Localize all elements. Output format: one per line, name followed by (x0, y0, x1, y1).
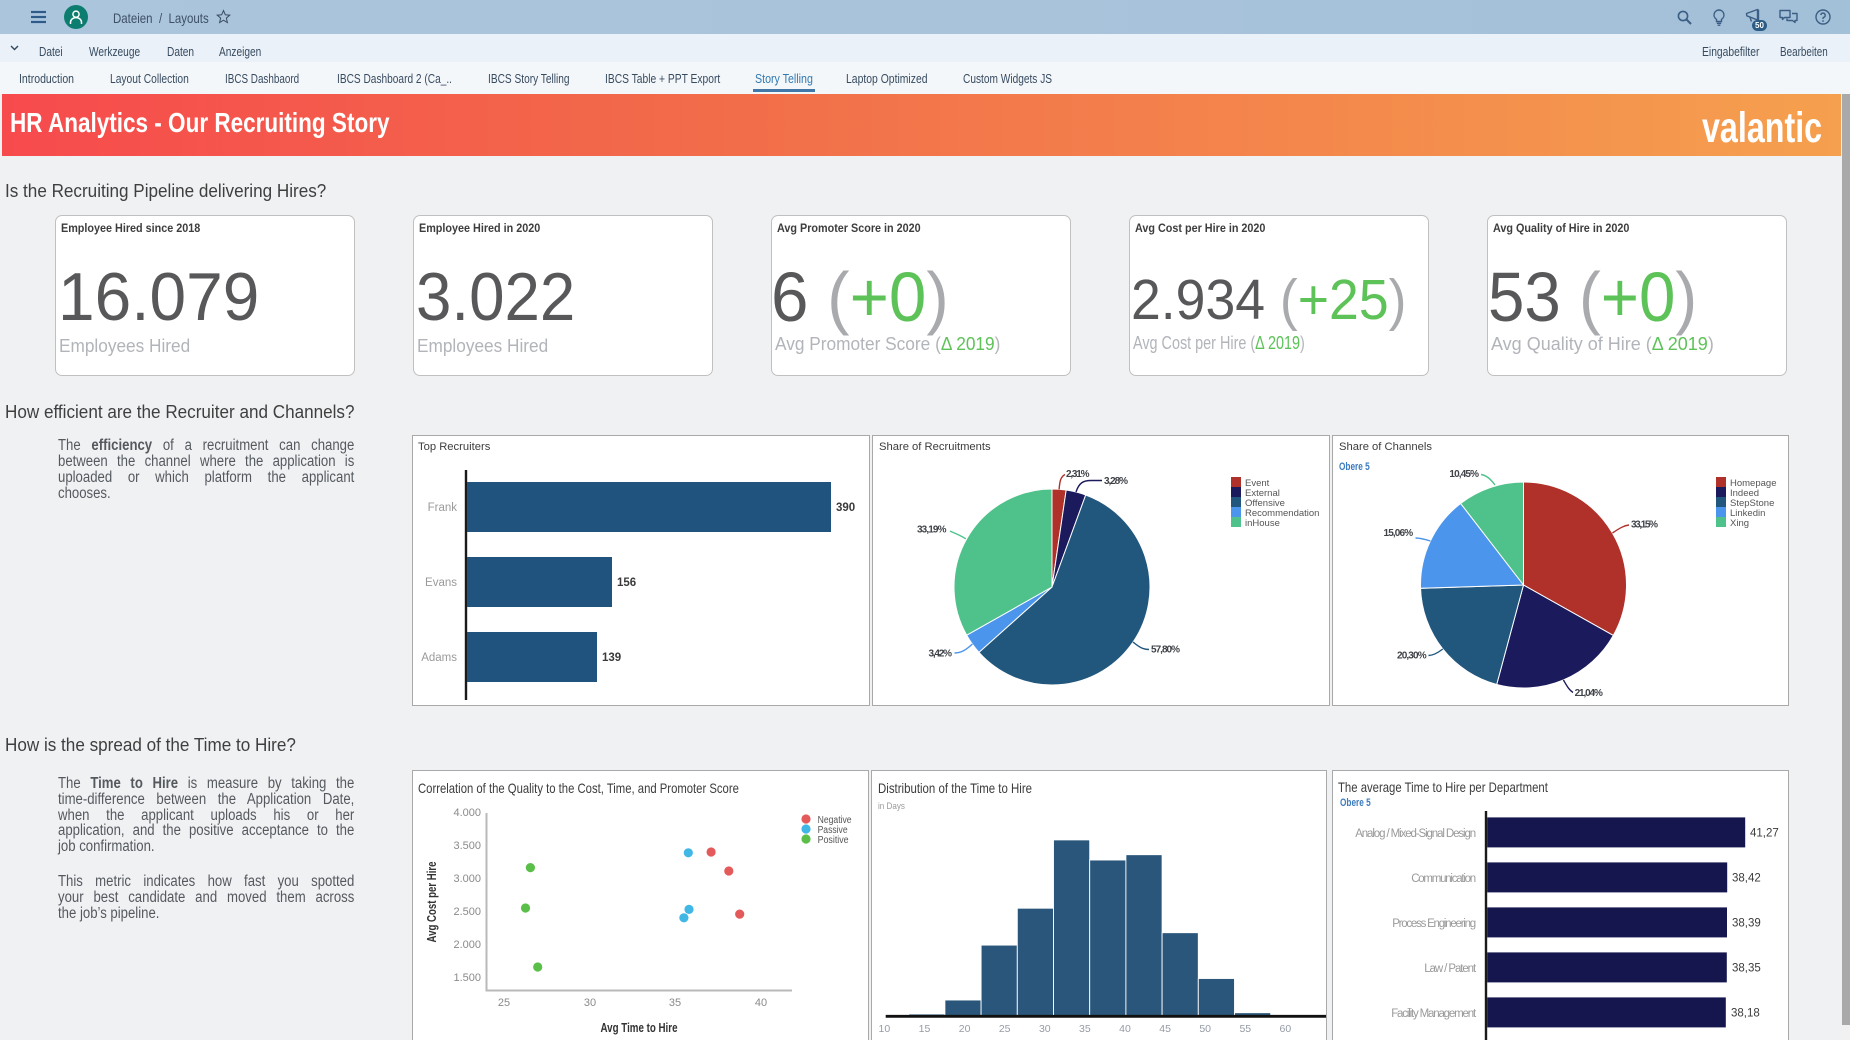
svg-text:390: 390 (836, 502, 855, 514)
svg-text:4.000: 4.000 (453, 807, 481, 819)
svg-text:21,04%: 21,04% (1575, 688, 1603, 699)
svg-text:30: 30 (584, 997, 596, 1009)
svg-text:Evans: Evans (425, 577, 457, 589)
svg-text:10: 10 (879, 1023, 891, 1035)
svg-text:38,39: 38,39 (1732, 918, 1761, 930)
svg-text:33,19%: 33,19% (917, 524, 947, 535)
svg-text:15: 15 (919, 1023, 931, 1035)
svg-text:Communication: Communication (1411, 873, 1476, 885)
svg-text:2.000: 2.000 (453, 939, 481, 951)
svg-text:35: 35 (669, 997, 681, 1009)
svg-text:38,42: 38,42 (1732, 873, 1761, 885)
svg-text:Law / Patent: Law / Patent (1424, 963, 1477, 975)
svg-text:33,15%: 33,15% (1631, 519, 1658, 530)
svg-text:20,30%: 20,30% (1397, 650, 1427, 661)
svg-text:Adams: Adams (421, 652, 457, 664)
svg-text:156: 156 (617, 577, 636, 589)
svg-text:35: 35 (1079, 1023, 1091, 1035)
svg-text:2.500: 2.500 (453, 906, 481, 918)
svg-text:Xing: Xing (1730, 518, 1749, 529)
svg-text:41,27: 41,27 (1750, 828, 1779, 840)
svg-text:Avg Cost per Hire: Avg Cost per Hire (425, 861, 439, 942)
svg-text:55: 55 (1239, 1023, 1251, 1035)
svg-text:Positive: Positive (818, 835, 849, 846)
svg-text:2,31%: 2,31% (1066, 469, 1090, 480)
svg-text:1.500: 1.500 (453, 972, 481, 984)
svg-text:50: 50 (1199, 1023, 1211, 1035)
svg-text:25: 25 (498, 997, 510, 1009)
svg-text:40: 40 (1119, 1023, 1131, 1035)
svg-text:3.500: 3.500 (453, 840, 481, 852)
svg-text:10,45%: 10,45% (1449, 469, 1479, 480)
svg-text:3,28%: 3,28% (1104, 476, 1128, 487)
svg-text:57,80%: 57,80% (1151, 644, 1180, 655)
svg-text:38,35: 38,35 (1732, 963, 1761, 975)
svg-text:Frank: Frank (428, 502, 458, 514)
svg-text:Analog / Mixed-Signal Design: Analog / Mixed-Signal Design (1355, 828, 1476, 840)
svg-text:30: 30 (1039, 1023, 1051, 1035)
svg-text:inHouse: inHouse (1245, 518, 1280, 529)
svg-text:Avg Time to Hire: Avg Time to Hire (601, 1021, 678, 1035)
svg-text:3.000: 3.000 (453, 873, 481, 885)
svg-text:20: 20 (959, 1023, 971, 1035)
svg-text:Process Engineering: Process Engineering (1392, 918, 1476, 930)
svg-text:15,06%: 15,06% (1384, 528, 1414, 539)
svg-text:60: 60 (1280, 1023, 1292, 1035)
svg-text:139: 139 (602, 652, 621, 664)
svg-text:Facility Management: Facility Management (1391, 1008, 1477, 1020)
svg-text:40: 40 (755, 997, 767, 1009)
svg-text:38,18: 38,18 (1731, 1008, 1760, 1020)
svg-text:45: 45 (1159, 1023, 1171, 1035)
svg-text:25: 25 (999, 1023, 1011, 1035)
svg-text:3,42%: 3,42% (929, 649, 953, 660)
